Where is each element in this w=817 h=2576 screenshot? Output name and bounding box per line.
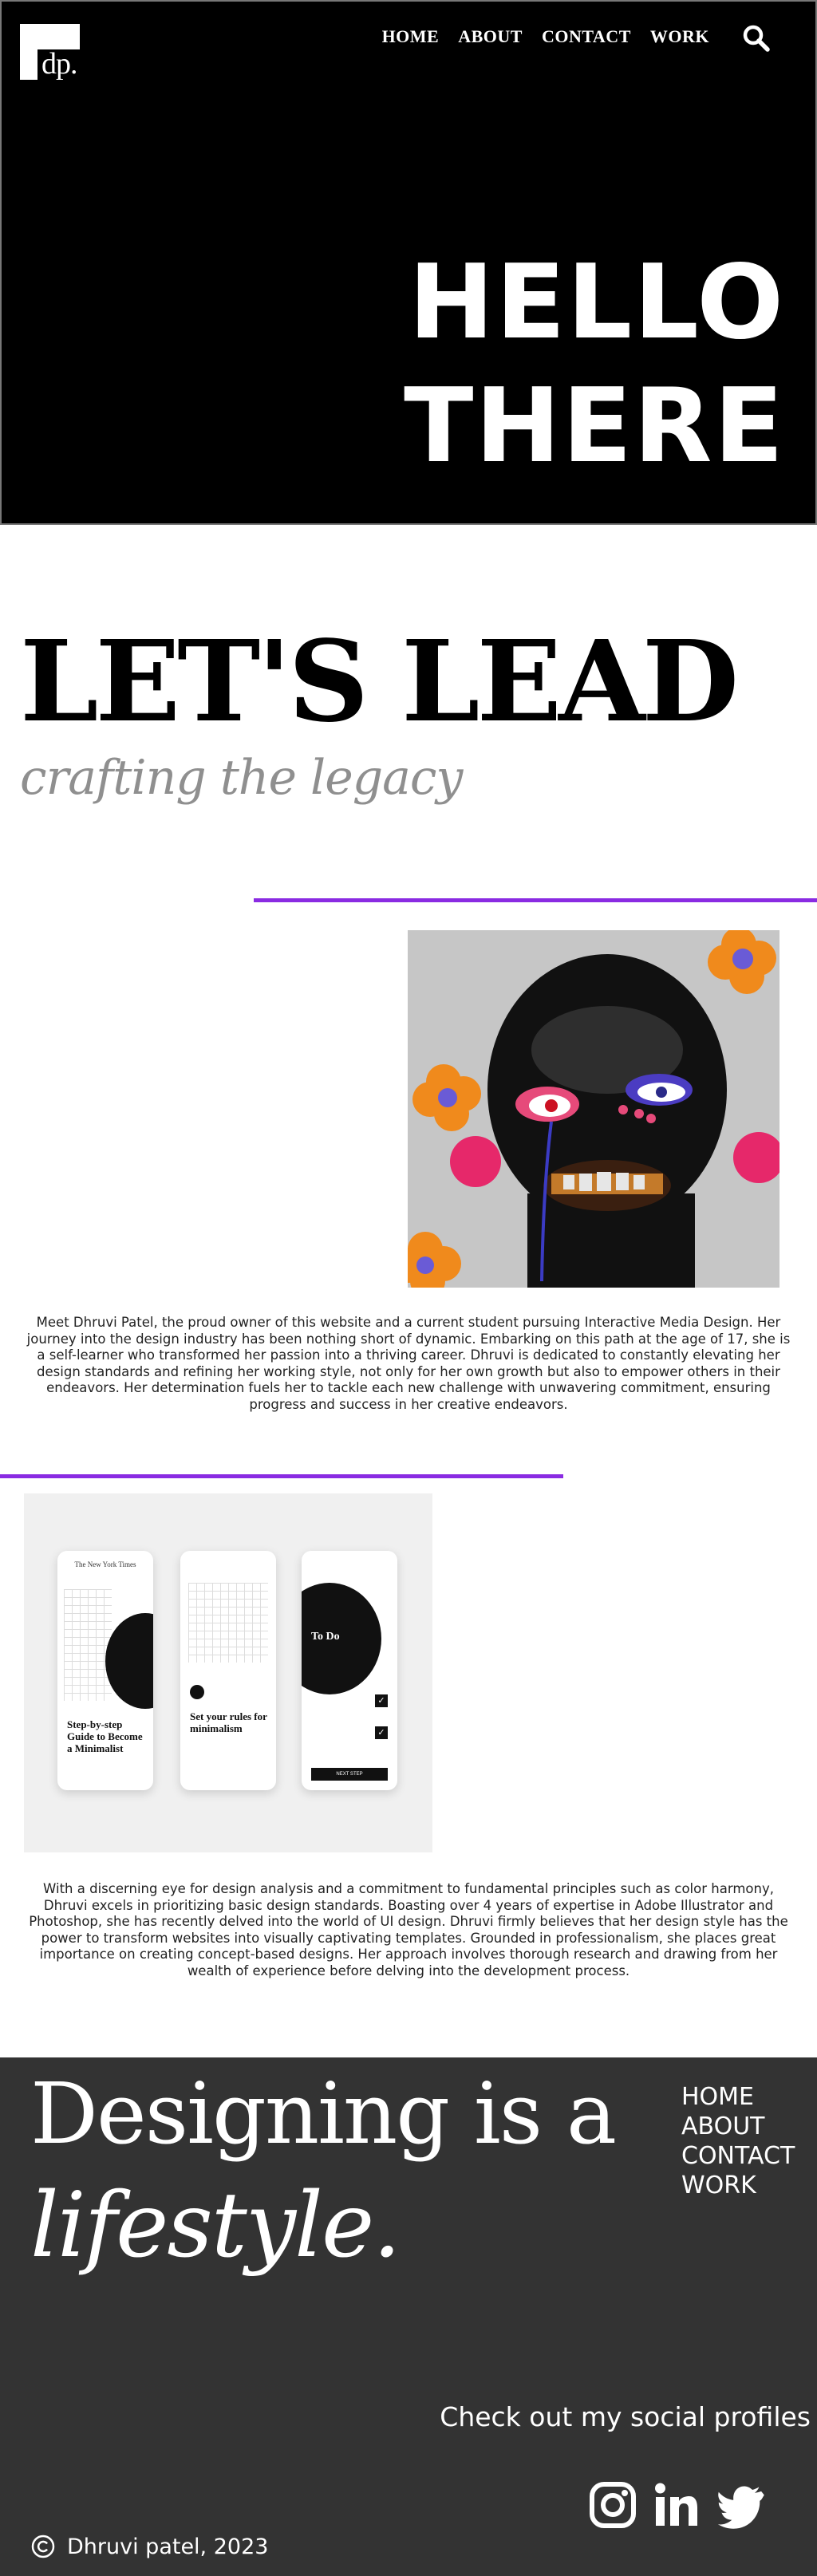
copyright-icon — [31, 2535, 55, 2558]
social-heading: Check out my social profiles — [440, 2401, 811, 2432]
portrait-artwork — [408, 930, 780, 1288]
footer-work-link[interactable]: WORK — [681, 2171, 795, 2200]
hero-heading: HELLO THERE — [404, 241, 785, 488]
nav-contact-link[interactable]: CONTACT — [542, 26, 631, 47]
site-logo[interactable]: dp. — [20, 24, 80, 80]
hero-section: dp. HOME ABOUT CONTACT WORK HELLO THERE — [0, 0, 817, 525]
portrait-illustration — [408, 930, 780, 1288]
nav-home-link[interactable]: HOME — [382, 26, 440, 47]
lead-title: LET'S LEAD — [20, 617, 739, 748]
footer-contact-link[interactable]: CONTACT — [681, 2141, 795, 2171]
footer-quote-line-1: Designing is a — [30, 2065, 617, 2163]
footer-nav: HOME ABOUT CONTACT WORK — [681, 2082, 795, 2200]
search-icon[interactable] — [742, 24, 771, 53]
hero-line-1: HELLO — [408, 243, 785, 362]
nav-about-link[interactable]: ABOUT — [458, 26, 523, 47]
copyright-text: Dhruvi patel, 2023 — [67, 2534, 269, 2559]
phone-blob — [105, 1613, 153, 1709]
bio-paragraph-1: Meet Dhruvi Patel, the proud owner of th… — [26, 1315, 791, 1412]
footer-about-link[interactable]: ABOUT — [681, 2112, 795, 2141]
copyright: Dhruvi patel, 2023 — [30, 2534, 268, 2559]
bio-paragraph-2: With a discerning eye for design analysi… — [29, 1881, 788, 1978]
footer-home-link[interactable]: HOME — [681, 2082, 795, 2112]
linkedin-icon[interactable] — [653, 2481, 701, 2529]
phone-mockup-todo: To Do ✓ ✓ NEXT STEP — [302, 1551, 397, 1790]
phone-title-3: To Do — [311, 1631, 340, 1643]
phone-mockup-rules: Set your rules for minimalism — [180, 1551, 276, 1790]
nav-work-link[interactable]: WORK — [650, 26, 709, 47]
footer-quote-line-2: lifestyle. — [30, 2174, 401, 2278]
phone-mockup-article: The New York Times Step-by-step Guide to… — [57, 1551, 153, 1790]
phone-grid — [64, 1589, 112, 1701]
next-step-button[interactable]: NEXT STEP — [311, 1768, 388, 1781]
logo-text: dp. — [41, 47, 77, 81]
phone-brand: The New York Times — [74, 1560, 136, 1568]
lead-subtitle: crafting the legacy — [20, 750, 463, 806]
twitter-icon[interactable] — [716, 2481, 764, 2529]
instagram-icon[interactable] — [589, 2481, 637, 2529]
ui-design-showcase: The New York Times Step-by-step Guide to… — [24, 1493, 432, 1852]
checkbox-icon[interactable]: ✓ — [375, 1694, 388, 1707]
phone-title-1: Step-by-step Guide to Become a Minimalis… — [67, 1718, 143, 1754]
phone-title-2: Set your rules for minimalism — [190, 1710, 267, 1734]
hero-line-2: THERE — [404, 367, 785, 486]
phone-dot — [190, 1685, 204, 1699]
checkbox-icon[interactable]: ✓ — [375, 1726, 388, 1739]
purple-divider-bottom — [0, 1474, 563, 1478]
phone-grid — [188, 1583, 268, 1663]
purple-divider-top — [254, 898, 817, 902]
top-nav: HOME ABOUT CONTACT WORK — [382, 26, 709, 47]
